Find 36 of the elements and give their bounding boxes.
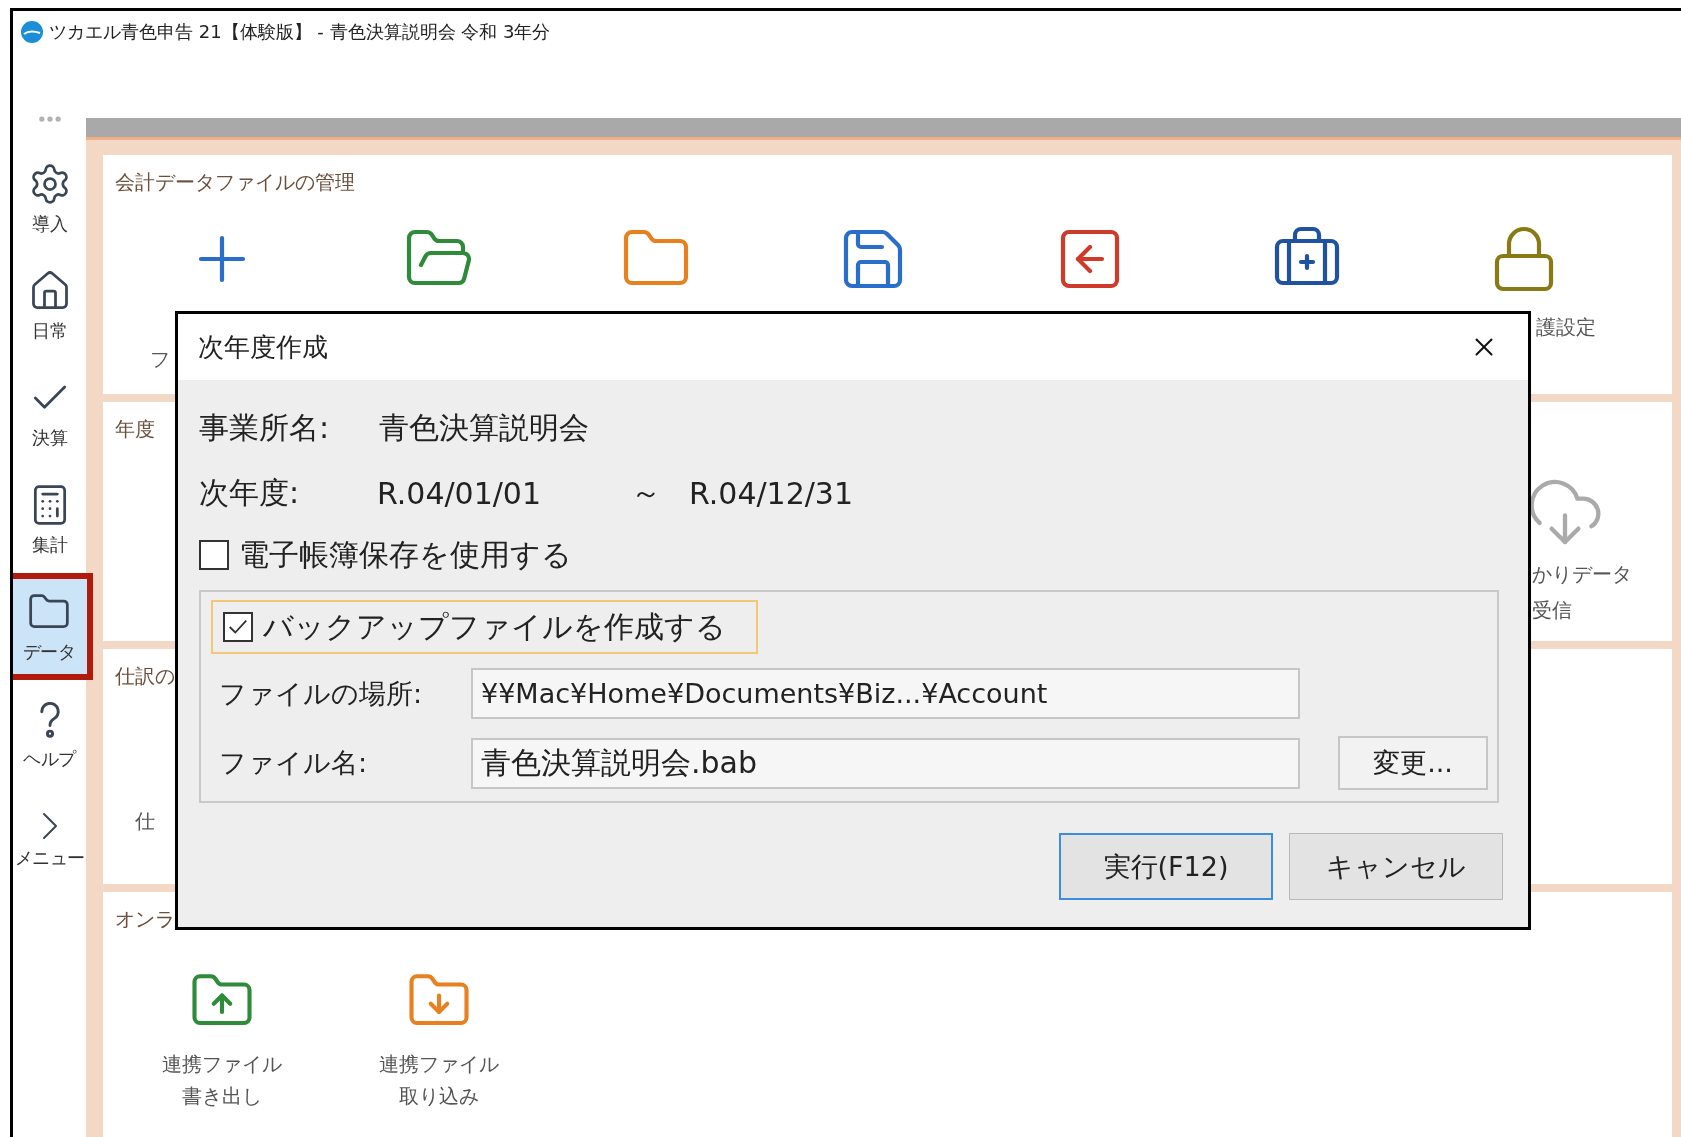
sidebar-item[interactable]: 日常 (13, 252, 86, 359)
tile-label: 護設定 (1535, 314, 1596, 341)
input-field[interactable]: ¥¥Mac¥Home¥Documents¥Biz...¥Account (471, 668, 1300, 719)
field-label: 次年度: (199, 474, 301, 512)
app-logo-icon (21, 21, 43, 43)
sidebar-item[interactable]: データ (13, 573, 93, 680)
sidebar-item[interactable]: 決算 (13, 359, 86, 466)
tile-label: 連携ファイル 取り込み (378, 1051, 499, 1110)
section-title: 会計データファイルの管理 (115, 169, 355, 195)
tile-label: 仕 (134, 808, 155, 835)
window-title: ツカエル青色申告 21【体験版】 - 青色決算説明会 令和 3年分 (49, 20, 551, 44)
section-title: オンラ (115, 906, 175, 932)
checkbox[interactable]: 電子帳簿保存を使用する (187, 528, 604, 582)
sidebar-item[interactable]: 集計 (13, 466, 86, 573)
change-button[interactable]: 変更... (1338, 736, 1488, 790)
period-separator: ～ (631, 474, 662, 512)
section-title: 年度 (115, 416, 155, 442)
sidebar-item[interactable]: メニュー (13, 787, 86, 894)
section-title: 仕訳の (115, 663, 175, 689)
field-label: ファイル名: (218, 746, 369, 780)
tile-label: フ (149, 346, 170, 373)
dialog-button[interactable]: 実行(F12) (1059, 833, 1273, 900)
checkbox[interactable]: バックアップファイルを作成する (211, 600, 758, 654)
input-field[interactable]: 青色決算説明会.bab (471, 737, 1300, 789)
tile-label: かりデータ 受信 (1531, 561, 1632, 624)
chevron-right-icon (41, 811, 58, 840)
sidebar-item[interactable]: 導入 (13, 145, 86, 252)
tile-label: 連携ファイル 書き出し (161, 1051, 282, 1110)
office-name: 青色決算説明会 (379, 409, 589, 447)
period-end: R.04/12/31 (689, 476, 854, 511)
sidebar-item[interactable]: ヘルプ (13, 680, 86, 787)
field-label: ファイルの場所: (218, 676, 424, 711)
field-label: 事業所名: (199, 409, 331, 447)
dialog-title: 次年度作成 (198, 330, 328, 364)
period-start: R.04/01/01 (377, 476, 543, 511)
dialog-button[interactable]: キャンセル (1289, 833, 1503, 900)
